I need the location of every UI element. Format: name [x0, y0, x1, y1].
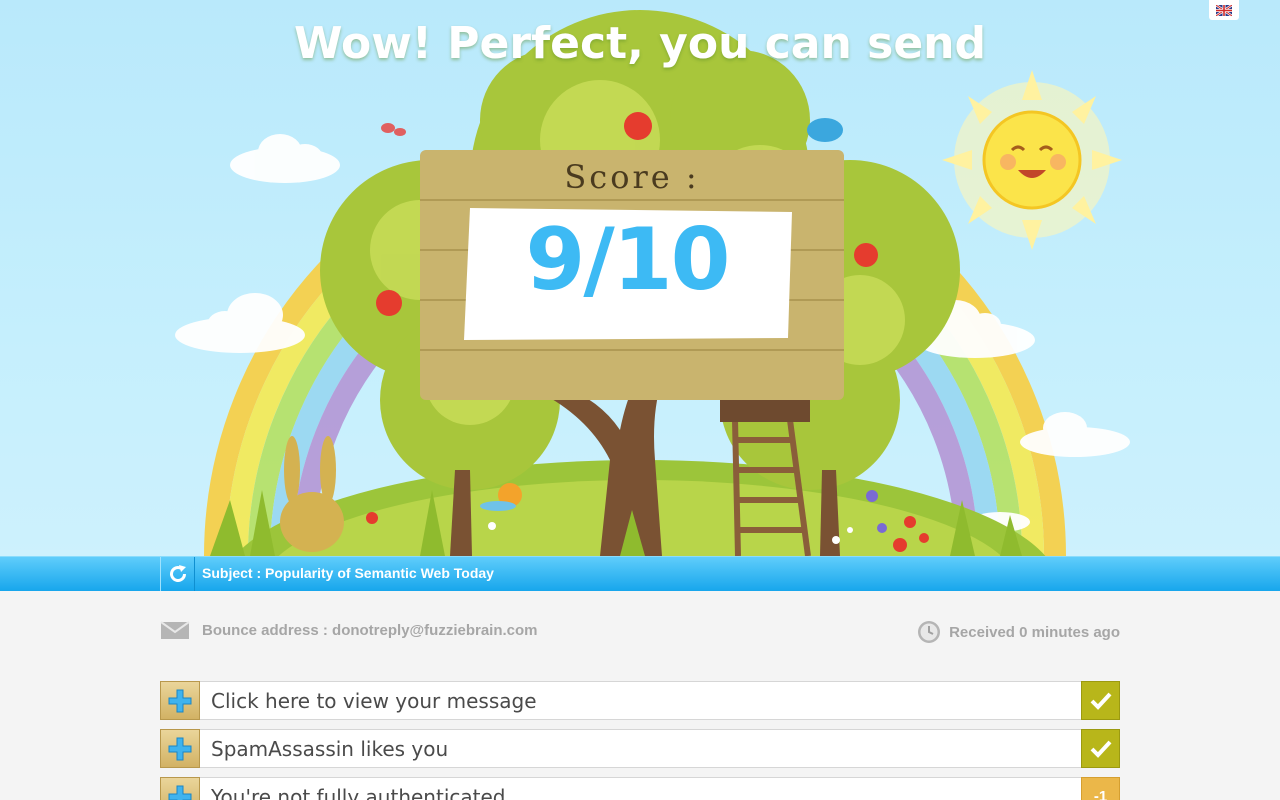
uk-flag-icon[interactable]	[1209, 0, 1239, 20]
refresh-icon	[169, 565, 186, 582]
bounce-address: Bounce address : donotreply@fuzziebrain.…	[160, 620, 538, 640]
expand-plus-icon[interactable]	[160, 681, 200, 720]
expand-plus-icon[interactable]	[160, 777, 200, 800]
hero-illustration: Wow! Perfect, you can send Score : 9/10	[0, 0, 1280, 556]
result-headline: Wow! Perfect, you can send	[294, 18, 986, 69]
result-row-label: You're not fully authenticated	[211, 785, 506, 800]
bounce-address-text: Bounce address : donotreply@fuzziebrain.…	[202, 621, 538, 639]
clock-icon	[918, 621, 941, 643]
score-value: 9/10	[525, 210, 731, 310]
subject-bar: Subject : Popularity of Semantic Web Tod…	[0, 556, 1280, 591]
result-row-spamassassin[interactable]: SpamAssassin likes you	[160, 729, 1120, 768]
penalty-badge: -1	[1081, 777, 1120, 800]
expand-plus-icon[interactable]	[160, 729, 200, 768]
received-time-text: Received 0 minutes ago	[949, 623, 1120, 641]
result-row-label: Click here to view your message	[211, 689, 537, 713]
score-label: Score :	[564, 158, 700, 196]
message-info-row: Bounce address : donotreply@fuzziebrain.…	[160, 620, 1120, 646]
refresh-button[interactable]	[160, 557, 195, 591]
check-icon	[1081, 729, 1120, 768]
subject-text: Subject : Popularity of Semantic Web Tod…	[202, 565, 494, 581]
result-row-authentication[interactable]: You're not fully authenticated -1	[160, 777, 1120, 800]
envelope-icon	[160, 621, 190, 639]
check-icon	[1081, 681, 1120, 720]
received-time: Received 0 minutes ago	[917, 620, 1120, 644]
result-row-view-message[interactable]: Click here to view your message	[160, 681, 1120, 720]
result-row-label: SpamAssassin likes you	[211, 737, 449, 761]
